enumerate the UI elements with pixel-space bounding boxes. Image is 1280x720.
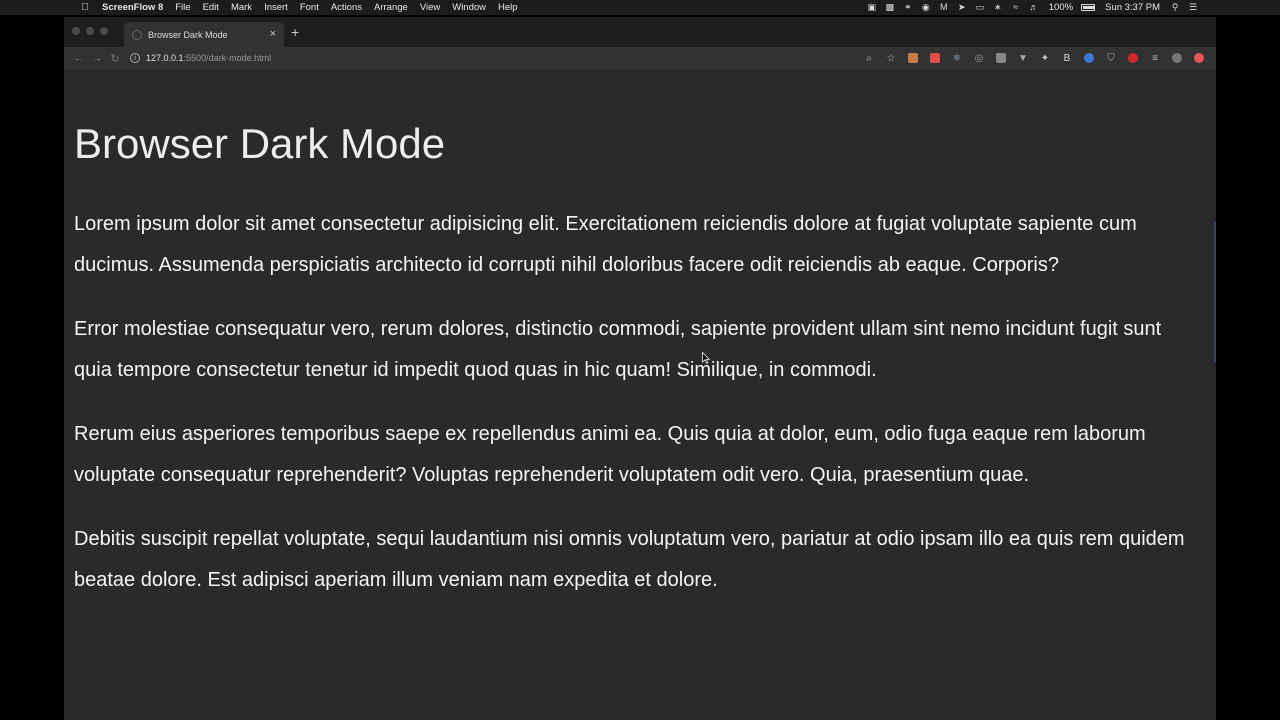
blue-circle-icon[interactable] [1078,51,1100,65]
bluetooth-icon[interactable]: ∗ [989,0,1007,15]
red-badge-icon[interactable] [1188,51,1210,65]
paragraph: Debitis suscipit repellat voluptate, seq… [74,528,1185,591]
docker-icon[interactable]: ▣ [863,0,881,15]
color-picker-icon-shape [930,53,940,63]
menu-window[interactable]: Window [446,0,492,15]
menu-file[interactable]: File [169,0,196,15]
blue-circle-icon-shape [1084,53,1094,63]
tab-title: Browser Dark Mode [148,29,228,40]
menu-font[interactable]: Font [294,0,325,15]
apple-menu-icon[interactable]:  [78,0,92,15]
battery-icon[interactable] [1081,4,1096,11]
wifi-icon[interactable]: ≈ [1007,0,1025,15]
send-icon[interactable]: ➤ [953,0,971,15]
volume-icon[interactable]: ♬ [1025,0,1043,15]
new-tab-button[interactable]: + [291,25,299,39]
forward-arrow-icon[interactable]: → [88,52,106,64]
extension-icons: ⌕ ☆ ⚛ ◎ ▼ ✦ B ⛉ ≡ [858,51,1216,65]
close-window-button[interactable] [72,27,80,35]
page-content: Browser Dark Mode Lorem ipsum dolor sit … [64,69,1216,600]
b-extension-icon[interactable]: B [1056,51,1078,65]
url-host: 127.0.0.1 [146,53,184,63]
notification-center-icon[interactable]: ☰ [1184,0,1202,15]
status-area: ▣ ▩ ⚭ ◉ M ➤ ▭ ∗ ≈ ♬ 100% Sun 3:37 PM ⚲ ☰ [863,0,1280,15]
tab-favicon-icon [132,29,142,40]
profile-avatar-icon-shape [1172,53,1182,63]
maximize-window-button[interactable] [100,27,108,35]
target-icon[interactable]: ◎ [968,51,990,65]
scrollbar[interactable] [1214,222,1216,362]
menu-lines-icon[interactable]: ≡ [1144,51,1166,65]
menu-mark[interactable]: Mark [225,0,258,15]
paragraph: Error molestiae consequatur vero, rerum … [74,318,1162,381]
browser-toolbar: ← → ↻ i 127.0.0.1:5500/dark-mode.html ⌕ ☆… [64,47,1216,69]
menu-view[interactable]: View [414,0,446,15]
square-extension-icon[interactable] [990,51,1012,65]
minimize-window-button[interactable] [86,27,94,35]
creative-cloud-icon[interactable]: ⚭ [899,0,917,15]
react-devtools-icon[interactable]: ⚛ [946,51,968,65]
tab-close-icon[interactable]: × [270,29,276,40]
menu-actions[interactable]: Actions [325,0,368,15]
back-arrow-icon[interactable]: ← [70,52,88,64]
browser-window: Browser Dark Mode × + ← → ↻ i 127.0.0.1:… [64,17,1216,720]
battery-percent[interactable]: 100% [1043,0,1079,15]
mouse-cursor-icon [702,352,710,364]
square-extension-icon-shape [996,53,1006,63]
pinterest-icon[interactable] [1122,51,1144,65]
battery-fill [1083,6,1095,9]
extension-box-icon[interactable] [902,51,924,65]
page-title: Browser Dark Mode [74,120,446,167]
camera-icon[interactable]: ▩ [881,0,899,15]
tab-browser-dark-mode[interactable]: Browser Dark Mode × [124,22,284,47]
site-info-icon[interactable]: i [130,53,140,63]
reload-icon[interactable]: ↻ [106,52,124,65]
address-bar[interactable]: i 127.0.0.1:5500/dark-mode.html [130,49,830,67]
paragraph: Lorem ipsum dolor sit amet consectetur a… [74,213,1137,276]
zoom-icon[interactable]: ⌕ [858,51,880,65]
bookmark-star-icon[interactable]: ☆ [880,51,902,65]
pocket-icon[interactable]: ⛉ [1100,51,1122,65]
menu-help[interactable]: Help [492,0,524,15]
window-controls [72,27,108,35]
airplay-icon[interactable]: ▭ [971,0,989,15]
macos-menu-bar:  ScreenFlow 8 File Edit Mark Insert Fon… [0,0,1280,15]
paragraph: Rerum eius asperiores temporibus saepe e… [74,423,1146,486]
bird-icon[interactable]: ✦ [1034,51,1056,65]
menu-edit[interactable]: Edit [197,0,225,15]
pinterest-icon-shape [1128,53,1138,63]
menu-insert[interactable]: Insert [258,0,294,15]
menu-app-name[interactable]: ScreenFlow 8 [96,0,169,15]
malwarebytes-icon[interactable]: M [935,0,953,15]
vue-devtools-icon[interactable]: ▼ [1012,51,1034,65]
extension-box-icon-shape [908,53,918,63]
clock[interactable]: Sun 3:37 PM [1099,0,1166,15]
url-path: :5500/dark-mode.html [183,53,272,63]
menu-arrange[interactable]: Arrange [368,0,414,15]
spotlight-search-icon[interactable]: ⚲ [1166,0,1184,15]
tab-strip: Browser Dark Mode × + [64,17,1216,47]
red-badge-icon-shape [1194,53,1204,63]
color-picker-icon[interactable] [924,51,946,65]
profile-avatar-icon[interactable] [1166,51,1188,65]
location-icon[interactable]: ◉ [917,0,935,15]
